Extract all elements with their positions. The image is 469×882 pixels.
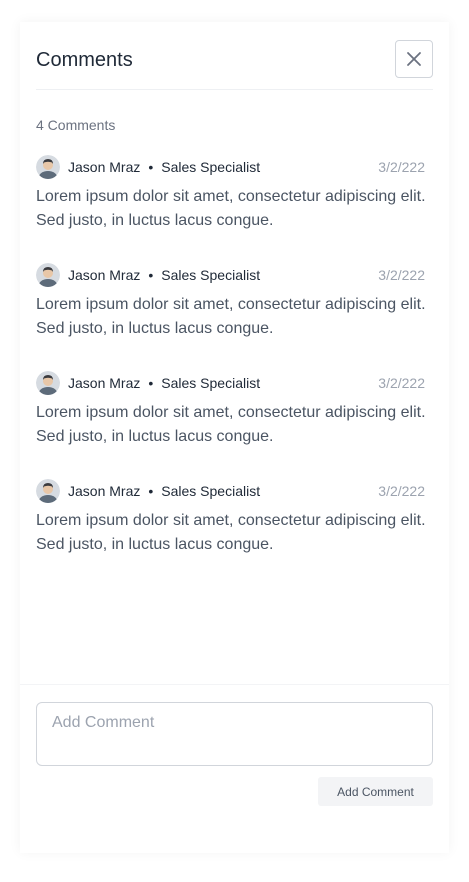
comment-meta: Jason Mraz • Sales Specialist: [36, 479, 260, 503]
avatar: [36, 371, 60, 395]
meta-separator: •: [148, 267, 154, 283]
comment-author: Jason Mraz: [68, 267, 141, 283]
comment-item: Jason Mraz • Sales Specialist 3/2/222 Lo…: [36, 371, 433, 461]
comment-input[interactable]: [36, 702, 433, 766]
comment-role: Sales Specialist: [161, 267, 261, 283]
avatar: [36, 155, 60, 179]
comment-item: Jason Mraz • Sales Specialist 3/2/222 Lo…: [36, 263, 433, 353]
meta-separator: •: [148, 375, 154, 391]
comment-composer: Add Comment: [20, 684, 449, 853]
comment-role: Sales Specialist: [161, 159, 261, 175]
add-comment-button[interactable]: Add Comment: [318, 777, 433, 806]
comment-text: Lorem ipsum dolor sit amet, consectetur …: [36, 512, 426, 553]
comment-author: Jason Mraz: [68, 159, 141, 175]
avatar: [36, 479, 60, 503]
comment-date: 3/2/222: [378, 375, 425, 391]
comment-date: 3/2/222: [378, 159, 425, 175]
comment-item: Jason Mraz • Sales Specialist 3/2/222 Lo…: [36, 479, 433, 569]
comment-role: Sales Specialist: [161, 375, 261, 391]
comments-count: 4 Comments: [36, 117, 116, 133]
comment-meta: Jason Mraz • Sales Specialist: [36, 263, 260, 287]
comment-text: Lorem ipsum dolor sit amet, consectetur …: [36, 404, 426, 445]
panel-title: Comments: [36, 49, 133, 71]
comment-date: 3/2/222: [378, 267, 425, 283]
panel-header: Comments: [36, 22, 433, 90]
comment-author: Jason Mraz: [68, 483, 141, 499]
comment-date: 3/2/222: [378, 483, 425, 499]
comments-panel: Comments 4 Comments Jason Mraz • Sales S…: [20, 22, 449, 853]
close-button[interactable]: [395, 40, 433, 78]
avatar: [36, 263, 60, 287]
comment-meta: Jason Mraz • Sales Specialist: [36, 155, 260, 179]
meta-separator: •: [148, 483, 154, 499]
comment-role: Sales Specialist: [161, 483, 261, 499]
close-icon: [407, 52, 421, 66]
meta-separator: •: [148, 159, 154, 175]
comment-item: Jason Mraz • Sales Specialist 3/2/222 Lo…: [36, 155, 433, 245]
comment-meta: Jason Mraz • Sales Specialist: [36, 371, 260, 395]
comment-author: Jason Mraz: [68, 375, 141, 391]
comment-text: Lorem ipsum dolor sit amet, consectetur …: [36, 296, 426, 337]
comment-text: Lorem ipsum dolor sit amet, consectetur …: [36, 188, 426, 229]
